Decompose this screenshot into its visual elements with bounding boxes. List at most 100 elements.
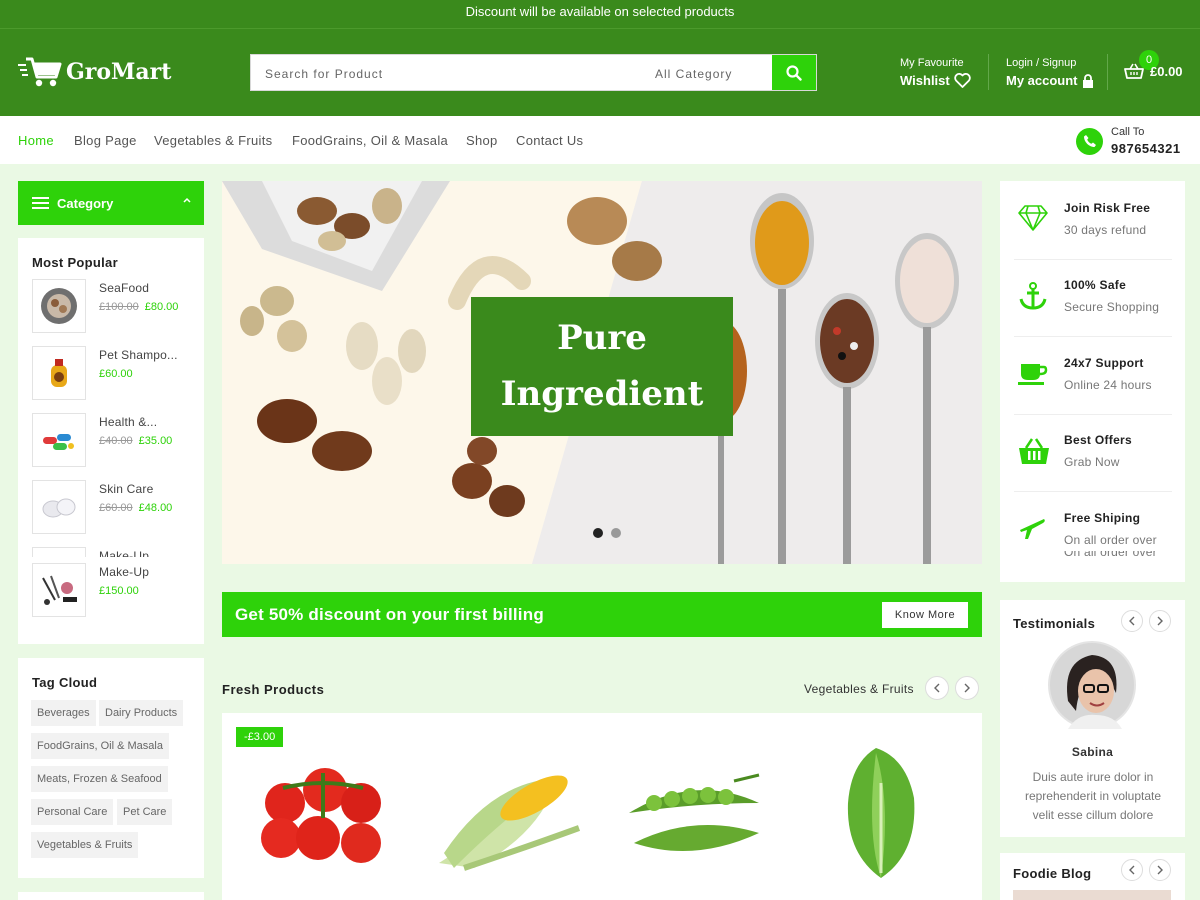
- product-name: SeaFood: [99, 281, 150, 295]
- anchor-icon: [1019, 282, 1047, 310]
- promo-text: Get 50% discount on your first billing: [235, 605, 544, 624]
- nav-blog-page[interactable]: Blog Page: [74, 133, 137, 148]
- search-icon: [786, 64, 802, 81]
- cart-total: £0.00: [1150, 63, 1183, 79]
- divider: [1014, 491, 1172, 492]
- product-name-clipped: Make-Up: [99, 549, 150, 557]
- most-popular-panel: Most Popular SeaFood £100.00 £80.00 Pet S…: [18, 238, 204, 644]
- lettuce-image[interactable]: [836, 743, 926, 883]
- tag-vegetables-fruits[interactable]: Vegetables & Fruits: [31, 832, 139, 858]
- features-panel: Join Risk Free 30 days refund 100% Safe …: [1000, 181, 1185, 582]
- nav-vegetables-fruits[interactable]: Vegetables & Fruits: [154, 133, 272, 148]
- announcement-bar: Discount will be available on selected p…: [0, 0, 1200, 28]
- testimonials-next-button[interactable]: [1149, 610, 1171, 632]
- price: £60.00: [99, 368, 133, 380]
- category-toggle-button[interactable]: Category: [18, 181, 204, 225]
- call-number: 987654321: [1111, 141, 1181, 156]
- tomato-image[interactable]: [253, 758, 393, 868]
- feature-item: Free Shiping On all order over: [1014, 511, 1172, 571]
- nav-contact-us[interactable]: Contact Us: [516, 133, 583, 148]
- tab-vegetables-fruits[interactable]: Vegetables & Fruits: [804, 682, 914, 696]
- feature-subtitle: Grab Now: [1064, 455, 1120, 469]
- health-thumbnail: [32, 413, 86, 467]
- old-price: £60.00: [99, 502, 133, 514]
- sidebar-panel-clipped: [18, 892, 204, 900]
- divider: [1014, 336, 1172, 337]
- category-select[interactable]: All Category: [655, 67, 732, 81]
- call-info[interactable]: Call To 987654321: [1076, 126, 1181, 156]
- wishlist-link[interactable]: My Favourite Wishlist: [900, 57, 971, 88]
- chevron-right-icon: [964, 683, 970, 693]
- slider-dot[interactable]: [611, 528, 621, 538]
- main-nav: Home Blog Page Vegetables & Fruits FoodG…: [0, 116, 1200, 164]
- pet-shampoo-thumbnail: [32, 346, 86, 400]
- nav-foodgrains[interactable]: FoodGrains, Oil & Masala: [292, 133, 448, 148]
- price: £150.00: [99, 585, 139, 597]
- testimonial-name: Sabina: [1071, 745, 1114, 759]
- blog-prev-button[interactable]: [1121, 859, 1143, 881]
- price: £48.00: [138, 502, 173, 514]
- nav-shop[interactable]: Shop: [466, 133, 498, 148]
- testimonials-title: Testimonials: [1013, 616, 1096, 631]
- announcement-text: Discount will be available on selected p…: [465, 4, 735, 19]
- search-button[interactable]: [772, 55, 816, 90]
- feature-item: 24x7 Support Online 24 hours: [1014, 356, 1172, 416]
- testimonials-prev-button[interactable]: [1121, 610, 1143, 632]
- list-item[interactable]: Make-Up £150.00: [32, 563, 202, 617]
- favourite-label: My Favourite: [900, 57, 964, 69]
- tag-foodgrains[interactable]: FoodGrains, Oil & Masala: [31, 733, 169, 759]
- old-price: £40.00: [99, 435, 133, 447]
- most-popular-title: Most Popular: [32, 255, 118, 270]
- blog-panel: Foodie Blog: [1000, 853, 1185, 900]
- header-divider: [1107, 54, 1108, 90]
- blog-next-button[interactable]: [1149, 859, 1171, 881]
- old-price: £100.00: [99, 301, 139, 313]
- next-button[interactable]: [955, 676, 979, 700]
- login-label: Login / Signup: [1006, 57, 1077, 69]
- testimonials-panel: Testimonials Sabina Duis aute irure dolo…: [1000, 600, 1185, 837]
- list-item[interactable]: Skin Care £60.00 £48.00: [32, 480, 202, 534]
- basket-icon: [1019, 438, 1049, 464]
- hero-slider[interactable]: Pure Ingredient: [222, 181, 982, 564]
- makeup-thumbnail: [32, 563, 86, 617]
- feature-title: 100% Safe: [1064, 278, 1127, 292]
- feature-item: Join Risk Free 30 days refund: [1014, 201, 1172, 261]
- makeup-thumbnail-clipped: [32, 547, 86, 557]
- logo[interactable]: GroMart: [18, 55, 171, 89]
- list-item[interactable]: Pet Shampo... £60.00: [32, 346, 202, 400]
- cart-button[interactable]: £0.00: [1124, 63, 1183, 79]
- hero-title-line1: Pure: [557, 318, 647, 358]
- category-label: Category: [57, 195, 114, 211]
- chevron-right-icon: [1157, 865, 1163, 875]
- corn-image[interactable]: [434, 768, 584, 878]
- tag-beverages[interactable]: Beverages: [31, 700, 96, 726]
- account-label: My account: [1006, 73, 1078, 88]
- feature-item: 100% Safe Secure Shopping: [1014, 278, 1172, 338]
- section-title: Fresh Products: [222, 682, 325, 697]
- list-item[interactable]: SeaFood £100.00 £80.00: [32, 279, 202, 333]
- heart-icon: [954, 73, 971, 88]
- lock-icon: [1082, 73, 1093, 88]
- slider-dot-active[interactable]: [593, 528, 603, 538]
- tag-personal-care[interactable]: Personal Care: [31, 799, 114, 825]
- list-item[interactable]: Health &... £40.00 £35.00: [32, 413, 202, 467]
- prev-button[interactable]: [925, 676, 949, 700]
- phone-icon: [1076, 127, 1103, 155]
- tag-pet-care[interactable]: Pet Care: [117, 799, 173, 825]
- avatar: [1048, 641, 1136, 729]
- blog-image[interactable]: [1013, 890, 1171, 900]
- blog-title: Foodie Blog: [1013, 866, 1092, 881]
- feature-subtitle-clipped: On all order over: [1064, 551, 1184, 559]
- peas-image[interactable]: [624, 773, 764, 863]
- product-name: Skin Care: [99, 482, 154, 496]
- feature-subtitle-clipped-text: On all order over: [1064, 551, 1157, 559]
- tag-dairy-products[interactable]: Dairy Products: [99, 700, 184, 726]
- know-more-button[interactable]: Know More: [882, 602, 968, 628]
- search-input[interactable]: Search for Product: [265, 67, 383, 81]
- tag-meats[interactable]: Meats, Frozen & Seafood: [31, 766, 168, 792]
- tag-cloud-panel: Tag Cloud Beverages Dairy Products FoodG…: [18, 658, 204, 878]
- feature-subtitle: Secure Shopping: [1064, 300, 1160, 314]
- nav-home[interactable]: Home: [18, 133, 54, 148]
- account-link[interactable]: Login / Signup My account: [1006, 57, 1094, 88]
- feature-title: Best Offers: [1064, 433, 1132, 447]
